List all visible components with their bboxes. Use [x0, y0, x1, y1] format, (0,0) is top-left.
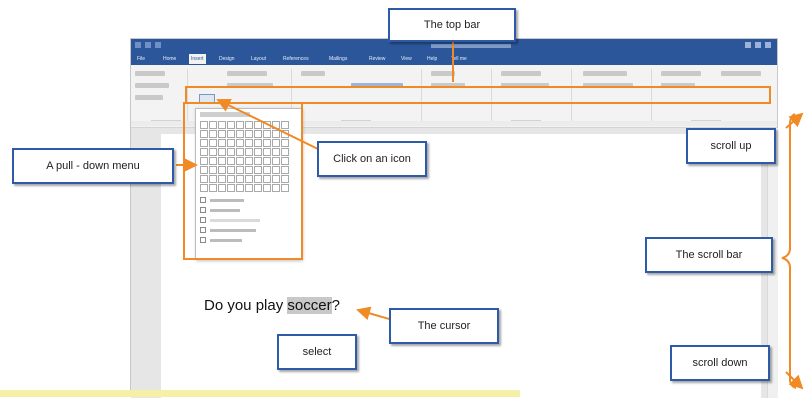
callout-scroll-up: scroll up — [686, 128, 776, 164]
scroll-brace — [781, 113, 797, 389]
callout-scroll-down: scroll down — [670, 345, 770, 381]
scroll-down-arrow — [785, 371, 804, 390]
highlight-bar — [0, 390, 520, 397]
callout-scroll-bar: The scroll bar — [645, 237, 773, 273]
icon-arrow — [216, 98, 321, 151]
callout-pull-down-menu: A pull - down menu — [12, 148, 174, 184]
callout-click-icon: Click on an icon — [317, 141, 427, 177]
callout-cursor: The cursor — [389, 308, 499, 344]
scroll-up-arrow — [785, 112, 804, 129]
callout-select: select — [277, 334, 357, 370]
callout-top-bar: The top bar — [388, 8, 516, 42]
